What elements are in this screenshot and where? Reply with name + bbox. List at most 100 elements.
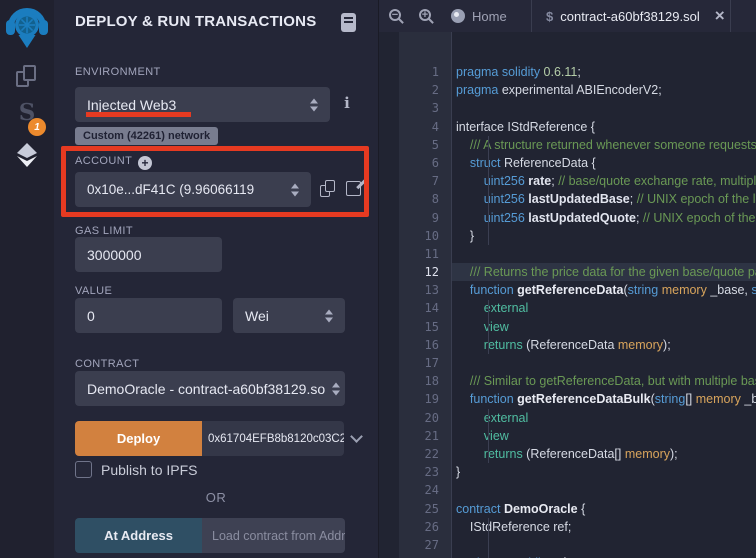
indent-guide: [488, 136, 489, 245]
at-address-button[interactable]: At Address: [75, 518, 202, 553]
code-line: function getReferenceData(string memory …: [456, 281, 756, 299]
select-arrows-icon: [332, 382, 340, 395]
code-line: view: [456, 318, 756, 336]
line-number: 3: [399, 99, 439, 117]
value-input[interactable]: 0: [75, 298, 222, 333]
code-line: pragma solidity 0.6.11;: [456, 63, 756, 81]
line-number: 23: [399, 463, 439, 481]
account-label: ACCOUNT+: [75, 155, 152, 170]
home-icon: [451, 9, 465, 23]
code-line: pragma experimental ABIEncoderV2;: [456, 81, 756, 99]
line-number: 13: [399, 281, 439, 299]
indent-guide: [488, 409, 489, 464]
sign-message-icon[interactable]: [346, 181, 361, 196]
value-unit-select[interactable]: Wei: [233, 298, 345, 333]
panel-title: DEPLOY & RUN TRANSACTIONS: [75, 13, 316, 30]
select-arrows-icon: [325, 309, 333, 322]
code-line: [456, 99, 756, 117]
code-line: returns (ReferenceData memory);: [456, 336, 756, 354]
annotation-underline: [86, 112, 191, 117]
info-icon[interactable]: i: [338, 94, 356, 114]
contract-value: DemoOracle - contract-a60bf38129.so: [87, 381, 327, 397]
select-arrows-icon: [291, 183, 299, 196]
or-label: OR: [54, 490, 378, 505]
code-line: contract DemoOracle {: [456, 500, 756, 518]
copy-address-icon[interactable]: [320, 180, 336, 198]
tab-contract-file[interactable]: $ contract-a60bf38129.sol ×: [531, 0, 731, 32]
remix-ide-window: S 1 DEPLOY & RUN TRANSACTIONS ENVIRONMEN…: [0, 0, 756, 558]
code-line: [456, 354, 756, 372]
code-line: /// Returns the price data for the given…: [456, 263, 756, 281]
code-line: /// A structure returned whenever someon…: [456, 136, 756, 154]
code-line: /// Similar to getReferenceData, but wit…: [456, 372, 756, 390]
solidity-file-icon: $: [546, 9, 553, 24]
line-number: 22: [399, 445, 439, 463]
indent-guide: [488, 518, 489, 558]
code-line: view: [456, 427, 756, 445]
code-line: [456, 481, 756, 499]
code-line: returns (ReferenceData[] memory);: [456, 445, 756, 463]
indent-guide: [488, 300, 489, 355]
code-line: struct ReferenceData {: [456, 154, 756, 172]
remix-logo[interactable]: [0, 5, 54, 49]
line-number: 15: [399, 318, 439, 336]
environment-select[interactable]: Injected Web3: [75, 87, 330, 122]
code-line: function getReferenceDataBulk(string[] m…: [456, 390, 756, 408]
line-number: 20: [399, 409, 439, 427]
code-line: }: [456, 463, 756, 481]
line-number: 2: [399, 81, 439, 99]
code-line: uint256 public price;: [456, 554, 756, 558]
code-editor: − + Home $ contract-a60bf38129.sol × 123…: [378, 0, 756, 558]
code-line: external: [456, 299, 756, 317]
line-number: 16: [399, 336, 439, 354]
contract-select[interactable]: DemoOracle - contract-a60bf38129.so: [75, 371, 345, 406]
account-value: 0x10e...dF41C (9.96066119: [87, 182, 254, 197]
account-select[interactable]: 0x10e...dF41C (9.96066119: [75, 172, 311, 207]
network-badge: Custom (42261) network: [75, 127, 218, 145]
code-line: uint256 lastUpdatedQuote; // UNIX epoch …: [456, 209, 756, 227]
line-number: 19: [399, 390, 439, 408]
line-number: 21: [399, 427, 439, 445]
code-line: [456, 536, 756, 554]
line-number: 1: [399, 63, 439, 81]
line-number: 4: [399, 118, 439, 136]
deploy-button[interactable]: Deploy: [75, 421, 202, 456]
line-number: 5: [399, 136, 439, 154]
at-address-input[interactable]: Load contract from Address: [202, 518, 345, 553]
activity-bar: S 1: [0, 0, 54, 558]
zoom-in-icon[interactable]: +: [419, 9, 431, 21]
close-tab-icon[interactable]: ×: [715, 9, 725, 23]
code-line: external: [456, 409, 756, 427]
solidity-compiler-icon[interactable]: S: [0, 99, 54, 126]
line-number: 9: [399, 209, 439, 227]
tab-home[interactable]: Home: [451, 0, 507, 32]
line-number: 17: [399, 354, 439, 372]
line-number: 26: [399, 518, 439, 536]
deploy-run-icon[interactable]: [0, 142, 54, 168]
add-account-icon[interactable]: +: [138, 156, 152, 170]
line-number: 8: [399, 190, 439, 208]
environment-value: Injected Web3: [87, 97, 176, 113]
value-label: VALUE: [75, 285, 112, 297]
line-number: 18: [399, 372, 439, 390]
code-line: [456, 245, 756, 263]
line-number: 10: [399, 227, 439, 245]
environment-label: ENVIRONMENT: [75, 66, 161, 78]
plugin-doc-icon[interactable]: [341, 13, 356, 32]
line-number: 27: [399, 536, 439, 554]
file-explorer-icon[interactable]: [0, 65, 54, 89]
code-area[interactable]: pragma solidity 0.6.11;pragma experiment…: [456, 63, 756, 558]
line-number: 11: [399, 245, 439, 263]
gas-limit-label: GAS LIMIT: [75, 225, 133, 237]
line-number: 7: [399, 172, 439, 190]
gutter-divider: [451, 32, 452, 558]
code-line: IStdReference ref;: [456, 518, 756, 536]
code-line: }: [456, 227, 756, 245]
constructor-arg-input[interactable]: 0x61704EFB8b8120c03C21: [202, 421, 344, 456]
chevron-down-icon[interactable]: [350, 430, 363, 443]
publish-ipfs-checkbox[interactable]: [75, 461, 92, 478]
line-number: 6: [399, 154, 439, 172]
zoom-out-icon[interactable]: −: [389, 9, 401, 21]
editor-tabbar: − + Home $ contract-a60bf38129.sol ×: [379, 0, 756, 32]
gas-limit-input[interactable]: 3000000: [75, 237, 222, 272]
